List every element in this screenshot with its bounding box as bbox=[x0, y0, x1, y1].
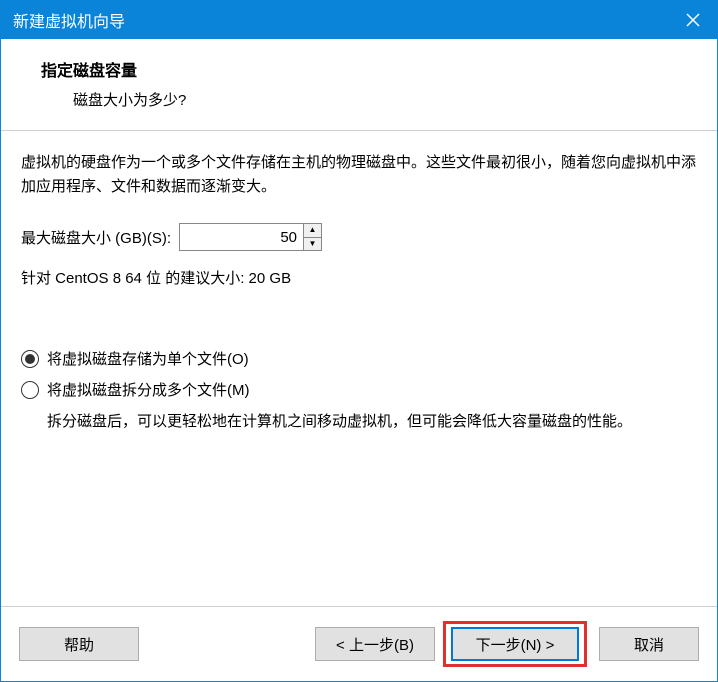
disk-size-row: 最大磁盘大小 (GB)(S): ▲ ▼ bbox=[21, 223, 697, 251]
radio-split-label: 将虚拟磁盘拆分成多个文件(M) bbox=[47, 379, 250, 400]
description-text: 虚拟机的硬盘作为一个或多个文件存储在主机的物理磁盘中。这些文件最初很小，随着您向… bbox=[21, 151, 697, 199]
window-title: 新建虚拟机向导 bbox=[13, 8, 125, 32]
wizard-header: 指定磁盘容量 磁盘大小为多少? bbox=[1, 39, 717, 131]
close-button[interactable] bbox=[669, 1, 717, 39]
radio-single-label: 将虚拟磁盘存储为单个文件(O) bbox=[47, 348, 249, 369]
disk-size-spinner: ▲ ▼ bbox=[179, 223, 322, 251]
radio-icon bbox=[21, 350, 39, 368]
titlebar: 新建虚拟机向导 bbox=[1, 1, 717, 39]
spinner-buttons: ▲ ▼ bbox=[303, 224, 321, 250]
spinner-down-button[interactable]: ▼ bbox=[304, 238, 321, 251]
spinner-up-button[interactable]: ▲ bbox=[304, 224, 321, 238]
radio-single-file[interactable]: 将虚拟磁盘存储为单个文件(O) bbox=[21, 348, 697, 369]
next-button-highlight: 下一步(N) > bbox=[443, 621, 587, 667]
page-subtitle: 磁盘大小为多少? bbox=[73, 89, 697, 110]
radio-split-files[interactable]: 将虚拟磁盘拆分成多个文件(M) bbox=[21, 379, 697, 400]
wizard-footer: 帮助 < 上一步(B) 下一步(N) > 取消 bbox=[1, 606, 717, 681]
cancel-button[interactable]: 取消 bbox=[599, 627, 699, 661]
disk-size-input[interactable] bbox=[180, 224, 303, 250]
page-title: 指定磁盘容量 bbox=[41, 57, 697, 81]
disk-storage-radio-group: 将虚拟磁盘存储为单个文件(O) 将虚拟磁盘拆分成多个文件(M) 拆分磁盘后，可以… bbox=[21, 348, 697, 434]
wizard-content: 虚拟机的硬盘作为一个或多个文件存储在主机的物理磁盘中。这些文件最初很小，随着您向… bbox=[1, 131, 717, 606]
close-icon bbox=[686, 13, 700, 27]
wizard-window: 新建虚拟机向导 指定磁盘容量 磁盘大小为多少? 虚拟机的硬盘作为一个或多个文件存… bbox=[0, 0, 718, 682]
disk-size-label: 最大磁盘大小 (GB)(S): bbox=[21, 227, 171, 248]
split-note-text: 拆分磁盘后，可以更轻松地在计算机之间移动虚拟机，但可能会降低大容量磁盘的性能。 bbox=[47, 410, 697, 434]
next-button[interactable]: 下一步(N) > bbox=[451, 627, 579, 661]
help-button[interactable]: 帮助 bbox=[19, 627, 139, 661]
recommended-size-text: 针对 CentOS 8 64 位 的建议大小: 20 GB bbox=[21, 267, 697, 288]
radio-icon bbox=[21, 381, 39, 399]
back-button[interactable]: < 上一步(B) bbox=[315, 627, 435, 661]
